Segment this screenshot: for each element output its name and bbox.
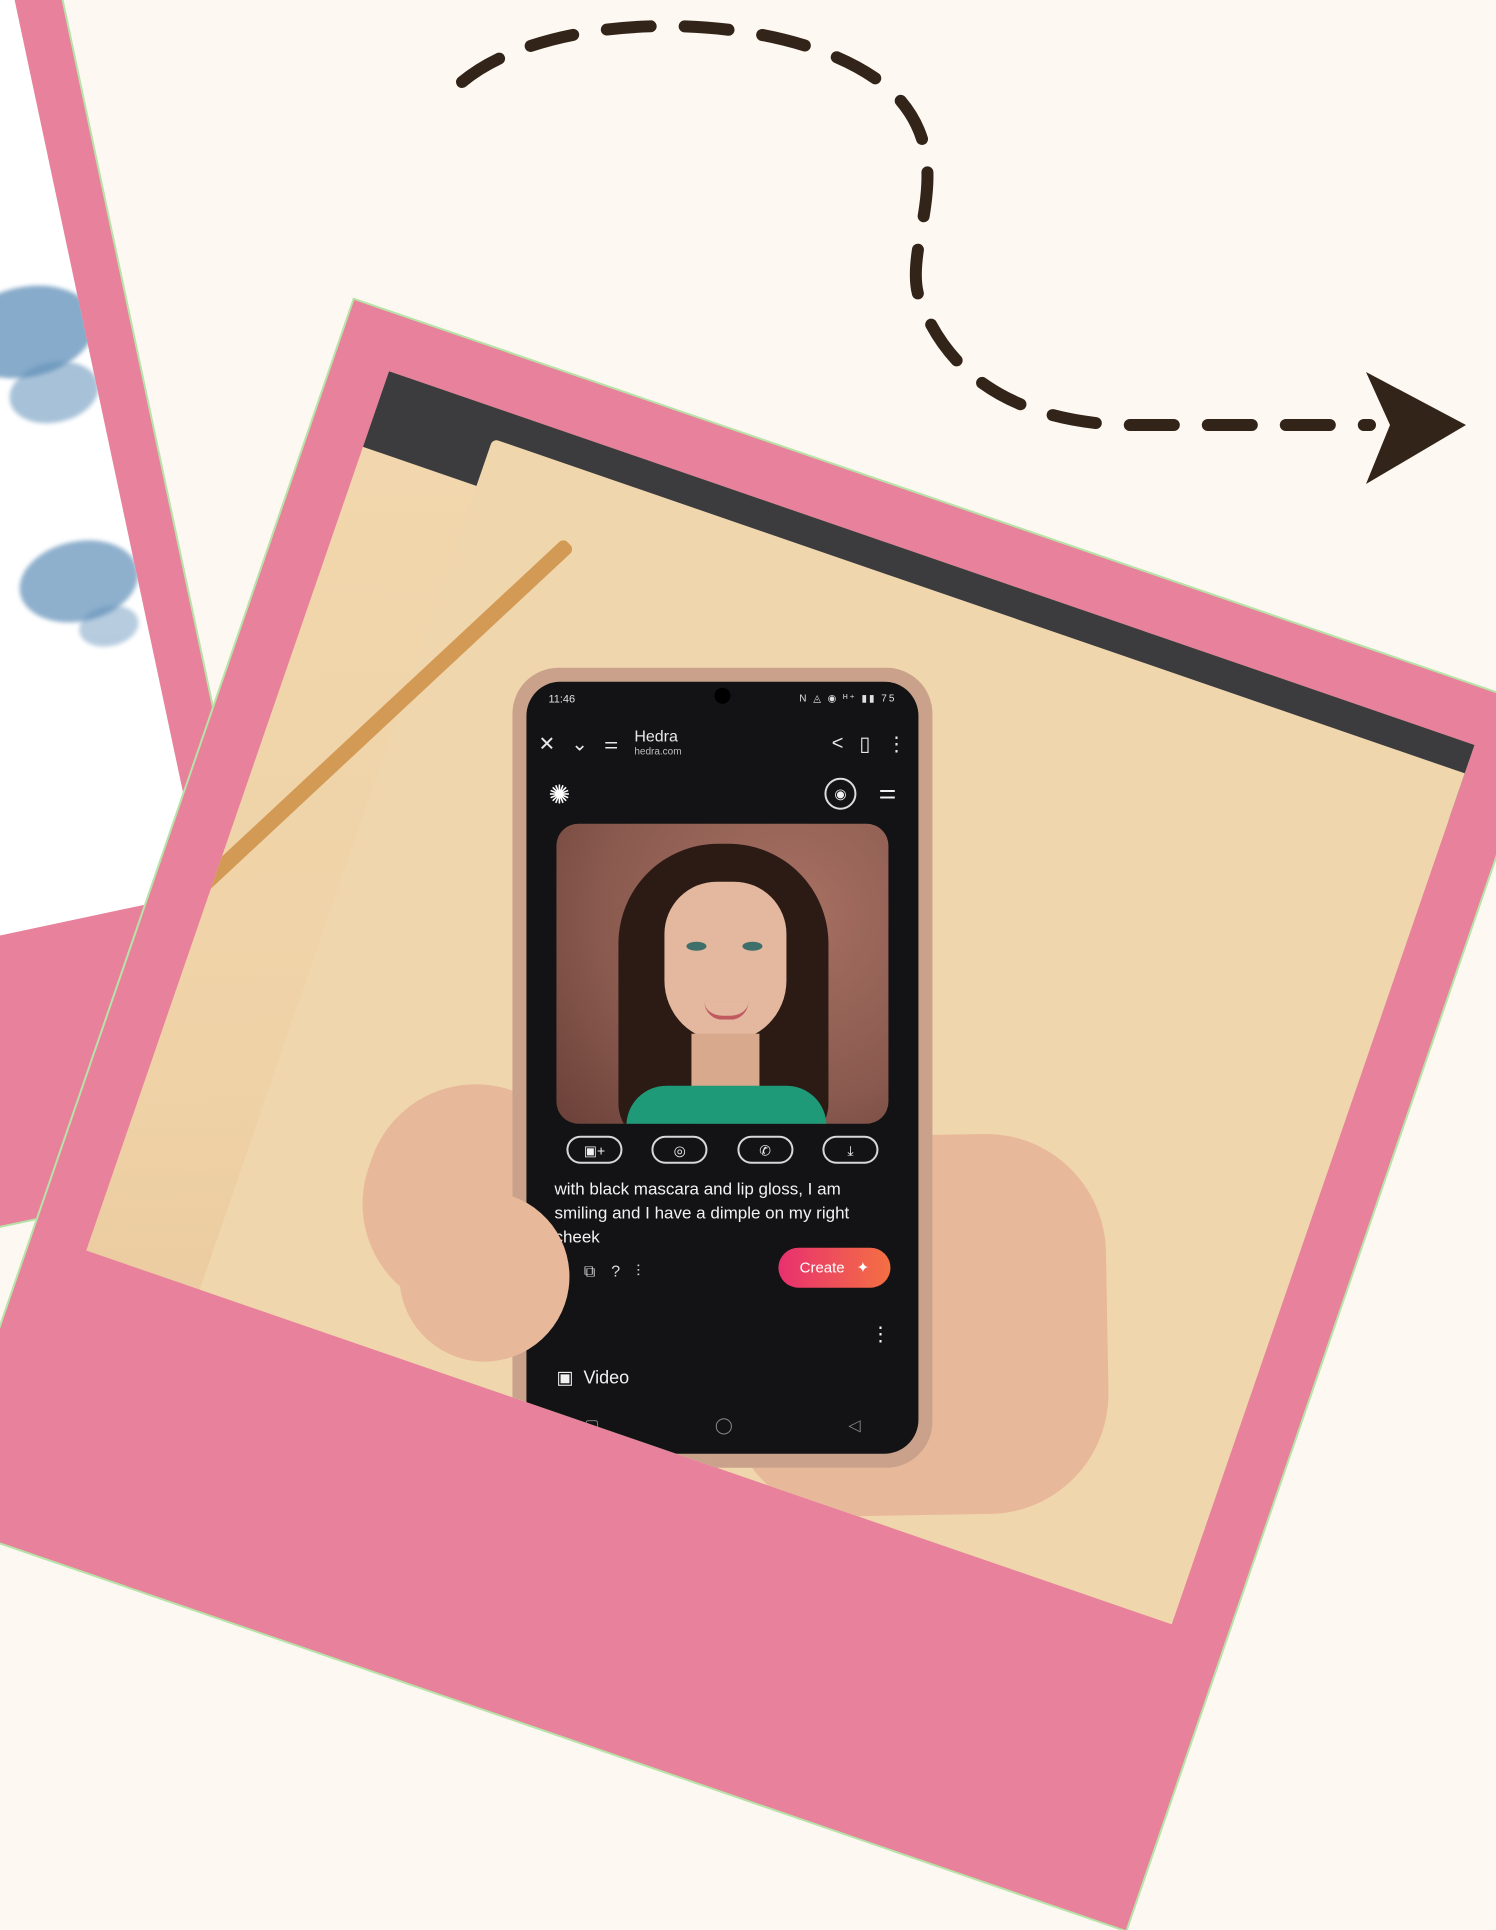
status-time: 11:46: [548, 693, 576, 706]
video-menu-item[interactable]: ▣ Video: [556, 1368, 629, 1389]
prompt-text[interactable]: with black mascara and lip gloss, I am s…: [554, 1178, 888, 1250]
recents-icon[interactable]: ▢: [584, 1416, 599, 1446]
close-icon[interactable]: ✕: [538, 731, 555, 756]
download-button[interactable]: ⤓: [822, 1135, 879, 1164]
site-name: Hedra: [634, 728, 678, 746]
tune-icon[interactable]: ⚌: [604, 734, 618, 754]
portrait-top: [626, 1085, 827, 1124]
portrait-eye: [742, 941, 763, 951]
settings-icon[interactable]: ⫶: [636, 1264, 640, 1284]
phone-photo: 11:46 N ◬ ◉ ᴴ⁺ ▮▮ 75 ✕ ⌄ ⚌ Hedra hedra.c…: [86, 371, 1475, 1625]
menu-icon[interactable]: ⚌: [879, 780, 897, 805]
portrait-neck: [691, 1033, 760, 1094]
bookmark-icon[interactable]: ▯: [859, 731, 870, 756]
more-vert-icon[interactable]: ⋮: [870, 1322, 890, 1347]
site-url: hedra.com: [634, 746, 682, 758]
create-button[interactable]: Create ✦: [778, 1247, 891, 1288]
front-polaroid-frame: 11:46 N ◬ ◉ ᴴ⁺ ▮▮ 75 ✕ ⌄ ⚌ Hedra hedra.c…: [0, 300, 1496, 1930]
create-button-label: Create: [799, 1259, 845, 1277]
browser-toolbar: ✕ ⌄ ⚌ Hedra hedra.com < ▯ ⋮: [538, 724, 906, 764]
media-icon[interactable]: ⧉: [584, 1264, 595, 1284]
site-info[interactable]: Hedra hedra.com: [634, 728, 682, 758]
portrait-eye: [686, 941, 707, 951]
chevron-down-icon[interactable]: ⌄: [571, 731, 588, 756]
camera-button[interactable]: ◎: [651, 1135, 708, 1164]
more-vert-icon[interactable]: ⋮: [886, 731, 906, 756]
phone-screen: 11:46 N ◬ ◉ ᴴ⁺ ▮▮ 75 ✕ ⌄ ⚌ Hedra hedra.c…: [526, 681, 919, 1454]
sparkle-icon: ✦: [856, 1259, 870, 1277]
hedra-logo-icon[interactable]: ✺: [548, 780, 570, 811]
home-icon[interactable]: ◯: [715, 1416, 733, 1446]
generated-portrait-image: [556, 823, 889, 1124]
status-bar: 11:46 N ◬ ◉ ᴴ⁺ ▮▮ 75: [548, 694, 896, 712]
status-icons: N ◬ ◉ ᴴ⁺ ▮▮ 75: [799, 693, 897, 705]
voice-button[interactable]: ✆: [737, 1135, 794, 1164]
video-icon: ▣: [556, 1367, 574, 1388]
profile-icon[interactable]: ◉: [824, 777, 857, 810]
share-icon[interactable]: <: [832, 732, 844, 755]
video-label: Video: [583, 1367, 630, 1388]
back-icon[interactable]: ◁: [848, 1416, 860, 1446]
help-icon[interactable]: ?: [611, 1264, 620, 1284]
android-nav-bar: ▢ ◯ ◁: [526, 1416, 918, 1446]
app-header: ✺ ◉ ⚌: [548, 777, 897, 812]
add-image-button[interactable]: ▣+: [566, 1135, 623, 1164]
image-action-row: ▣+ ◎ ✆ ⤓: [566, 1135, 879, 1166]
smartphone: 11:46 N ◬ ◉ ᴴ⁺ ▮▮ 75 ✕ ⌄ ⚌ Hedra hedra.c…: [512, 667, 933, 1468]
